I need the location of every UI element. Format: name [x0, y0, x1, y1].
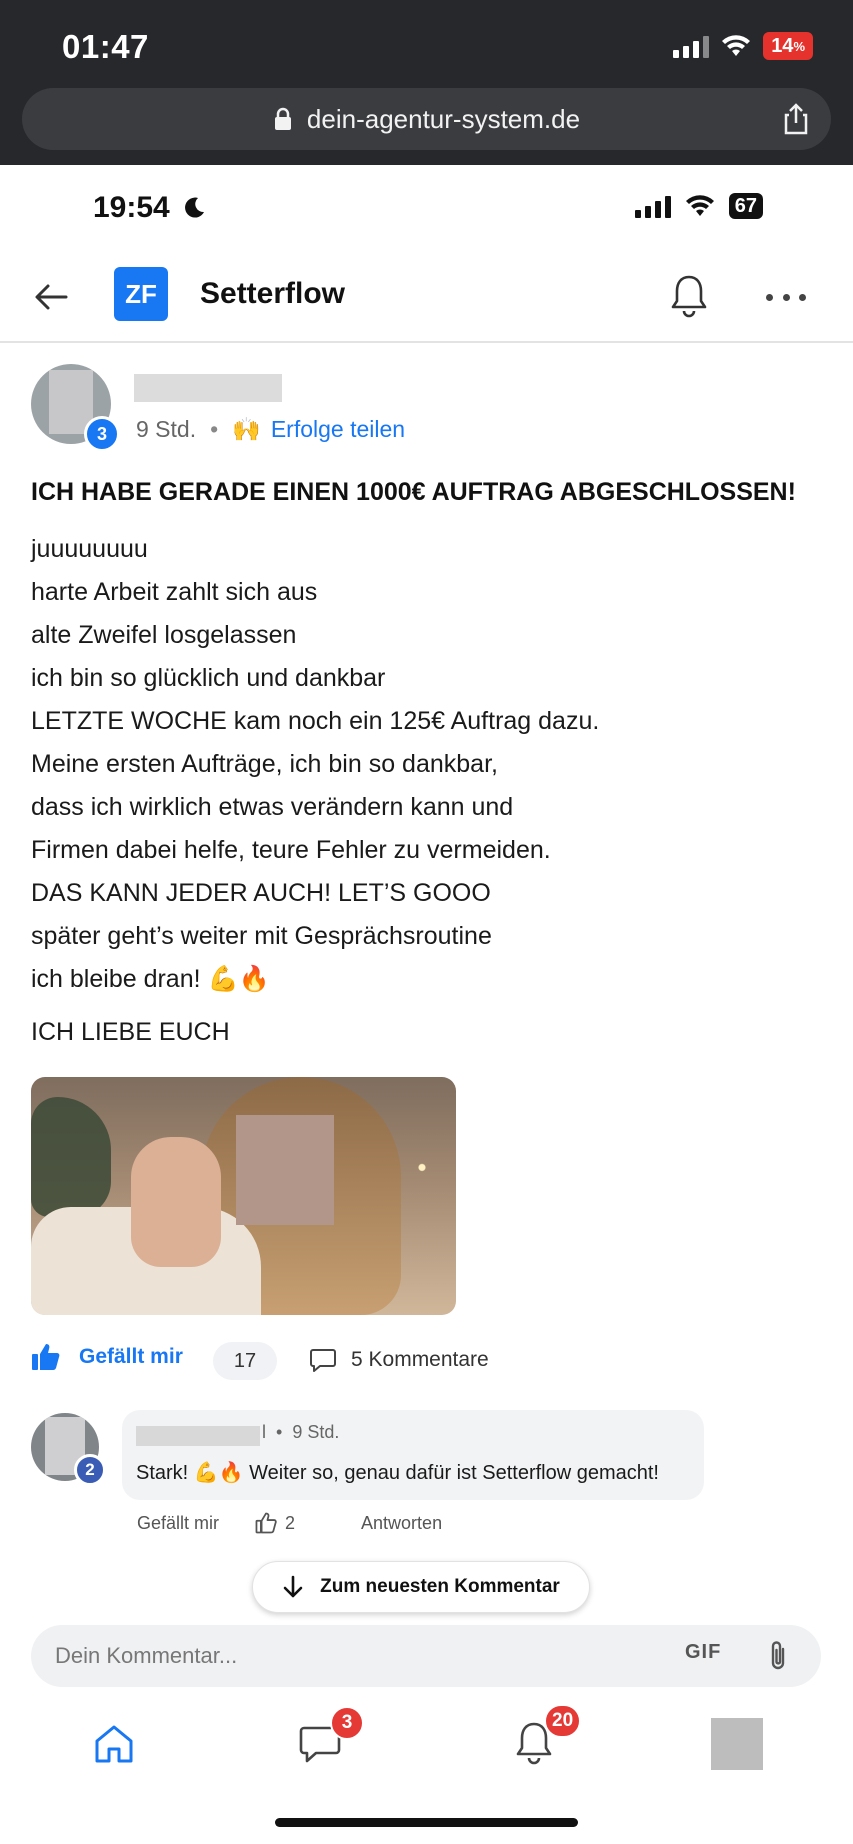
meta-separator: •: [210, 416, 219, 442]
comment-bubble-icon: [310, 1349, 336, 1372]
post-meta: 9 Std. • 🙌 Erfolge teilen: [136, 416, 405, 443]
category-emoji: 🙌: [232, 416, 261, 442]
chat-badge: 3: [330, 1706, 364, 1740]
post-image[interactable]: [31, 1077, 456, 1315]
post-line: DAS KANN JEDER AUCH! LET’S GOOO: [31, 879, 491, 907]
arrow-down-icon: [283, 1575, 303, 1598]
comments-button[interactable]: 5 Kommentare: [309, 1346, 489, 1374]
comment-reply-button[interactable]: Antworten: [361, 1513, 442, 1534]
post-line: ich bin so glücklich und dankbar: [31, 664, 386, 692]
comments-label: 5 Kommentare: [351, 1348, 489, 1371]
post-line: ich bleibe dran! 💪🔥: [31, 965, 270, 993]
commenter-name-redacted[interactable]: [136, 1426, 260, 1446]
battery-level: 14: [771, 34, 794, 57]
image-thumbs-up: [131, 1137, 221, 1267]
author-name-redacted[interactable]: [134, 374, 282, 402]
back-arrow-icon[interactable]: [32, 277, 72, 317]
comment-time: 9 Std.: [292, 1422, 340, 1442]
post-line: Firmen dabei helfe, teure Fehler zu verm…: [31, 836, 551, 864]
comment-composer: GIF: [31, 1625, 821, 1687]
share-icon[interactable]: [779, 102, 813, 136]
battery-indicator: 67: [728, 193, 763, 219]
comment-like-button[interactable]: Gefällt mir: [137, 1513, 219, 1534]
post-body: juuuuuuuu harte Arbeit zahlt sich aus al…: [31, 528, 831, 1001]
commenter-level-badge: 2: [74, 1454, 106, 1486]
more-options-icon[interactable]: [766, 279, 806, 315]
community-title[interactable]: Setterflow: [200, 277, 345, 311]
phone-status-icons: 67: [634, 193, 763, 219]
cellular-signal-icon: [634, 194, 671, 218]
comment-like-count-value: 2: [285, 1512, 296, 1533]
post-line: harte Arbeit zahlt sich aus: [31, 578, 318, 606]
paperclip-icon[interactable]: [763, 1639, 793, 1673]
comment-meta: l • 9 Std.: [262, 1422, 339, 1443]
image-plant: [31, 1097, 111, 1217]
cellular-signal-icon: [673, 34, 710, 58]
notifications-badge: 20: [544, 1704, 582, 1738]
comment-actions: Gefällt mir 2 Antworten: [137, 1512, 442, 1534]
phone-status-time: 19:54: [93, 191, 206, 225]
community-logo[interactable]: ZF: [114, 267, 168, 321]
post-line: dass ich wirklich etwas verändern kann u…: [31, 793, 514, 821]
url-text: dein-agentur-system.de: [306, 103, 581, 134]
author-level-badge: 3: [84, 416, 120, 452]
profile-avatar[interactable]: [711, 1718, 763, 1770]
comment-text: Stark! 💪🔥 Weiter so, genau dafür ist Set…: [136, 1462, 659, 1484]
wifi-icon: [685, 195, 714, 216]
gif-button[interactable]: GIF: [685, 1641, 721, 1664]
comment-bubble: l • 9 Std. Stark! 💪🔥 Weiter so, genau da…: [122, 1410, 704, 1500]
post-line: LETZTE WOCHE kam noch ein 125€ Auftrag d…: [31, 707, 600, 735]
post-reactions: Gefällt mir 17 5 Kommentare: [31, 1342, 831, 1382]
home-icon[interactable]: [92, 1722, 136, 1766]
browser-status-time: 01:47: [62, 28, 149, 65]
post-title: ICH HABE GERADE EINEN 1000€ AUFTRAG ABGE…: [31, 478, 796, 506]
battery-indicator: 14%: [763, 32, 813, 60]
browser-status-icons: 14%: [673, 32, 813, 60]
bell-icon[interactable]: [668, 273, 710, 319]
wifi-icon: [722, 35, 751, 56]
phone-status-bar: 19:54 67: [0, 165, 853, 255]
post-line: Meine ersten Aufträge, ich bin so dankba…: [31, 750, 498, 778]
thumbs-up-outline-icon: [255, 1512, 277, 1534]
thumbs-up-icon: [32, 1344, 60, 1370]
post-line: später geht’s weiter mit Gesprächsroutin…: [31, 922, 492, 950]
like-button[interactable]: Gefällt mir: [31, 1342, 183, 1372]
like-count[interactable]: 17: [213, 1342, 277, 1380]
comment-input[interactable]: [55, 1639, 655, 1673]
home-indicator: [275, 1818, 578, 1827]
jump-to-newest-label: Zum neuesten Kommentar: [320, 1576, 560, 1597]
app-header: ZF Setterflow: [0, 255, 853, 343]
address-bar[interactable]: dein-agentur-system.de: [22, 88, 831, 150]
lock-icon: [274, 107, 291, 130]
post-closing-line: ICH LIEBE EUCH: [31, 1018, 230, 1046]
commenter-name-suffix: l: [262, 1422, 266, 1442]
post-category-link[interactable]: Erfolge teilen: [271, 416, 405, 443]
post-line: juuuuuuuu: [31, 535, 148, 563]
image-face-redacted: [236, 1115, 334, 1225]
post-time: 9 Std.: [136, 416, 197, 442]
comment-like-count[interactable]: 2: [255, 1512, 295, 1534]
jump-to-newest-comment-button[interactable]: Zum neuesten Kommentar: [252, 1561, 590, 1613]
browser-chrome: 01:47 14% dein-agentur-system.de: [0, 0, 853, 165]
phone-time-text: 19:54: [93, 191, 170, 224]
post-line: alte Zweifel losgelassen: [31, 621, 297, 649]
meta-separator: •: [276, 1422, 283, 1442]
moon-icon: [184, 197, 204, 218]
like-label: Gefällt mir: [79, 1345, 183, 1368]
